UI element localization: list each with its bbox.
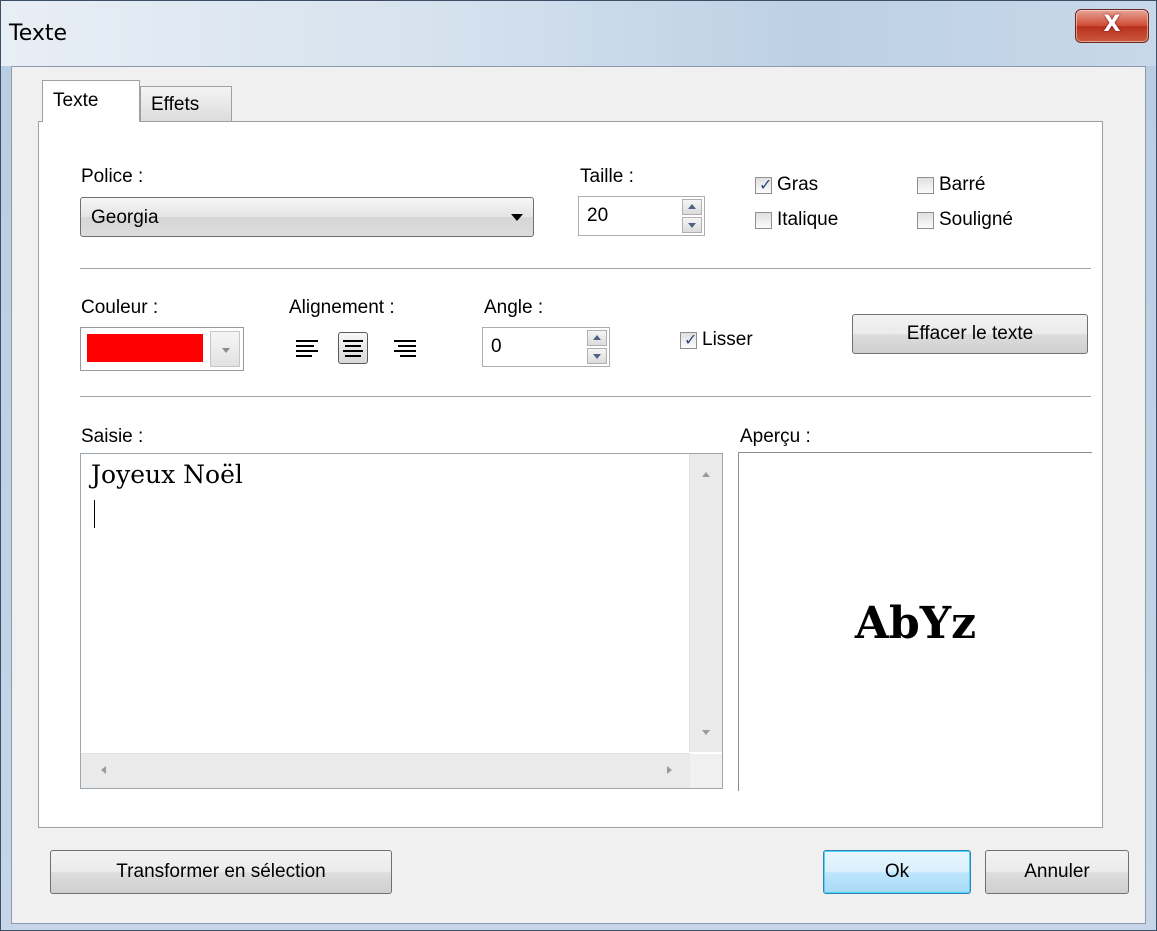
tab-effets[interactable]: Effets — [140, 86, 232, 122]
input-text: Joyeux Noël — [91, 460, 243, 489]
clear-text-button[interactable]: Effacer le texte — [852, 314, 1088, 354]
angle-decrement-button[interactable] — [587, 348, 607, 364]
close-button[interactable]: X — [1075, 9, 1149, 43]
window-title: Texte — [9, 21, 68, 46]
bold-label: Gras — [777, 174, 819, 195]
scroll-left-icon[interactable] — [101, 766, 106, 774]
scrollbar-corner — [690, 754, 722, 788]
transform-selection-button[interactable]: Transformer en sélection — [50, 850, 392, 894]
separator — [80, 396, 1091, 397]
smooth-label: Lisser — [702, 329, 753, 350]
align-left-button[interactable] — [292, 332, 322, 364]
color-picker[interactable] — [80, 327, 244, 371]
font-select[interactable]: Georgia — [80, 197, 534, 237]
text-caret — [94, 500, 95, 528]
size-decrement-button[interactable] — [682, 217, 702, 233]
size-label: Taille : — [580, 166, 634, 187]
checkbox-box: ✓ — [755, 175, 773, 194]
arrow-up-icon — [688, 204, 696, 209]
chevron-down-icon — [511, 214, 523, 221]
chevron-down-icon — [222, 348, 230, 353]
size-spinner[interactable]: 20 — [578, 196, 705, 236]
vertical-scrollbar[interactable] — [689, 454, 722, 752]
preview-pane: AbYz — [738, 452, 1092, 791]
align-right-button[interactable] — [390, 332, 420, 364]
tab-texte-label: Texte — [53, 90, 99, 111]
font-select-value: Georgia — [91, 207, 159, 228]
text-input-area[interactable]: Joyeux Noël — [80, 453, 723, 789]
preview-sample-text: AbYz — [854, 598, 977, 649]
align-center-button[interactable] — [338, 332, 368, 364]
close-icon: X — [1103, 12, 1121, 37]
cancel-button[interactable]: Annuler — [985, 850, 1129, 894]
angle-value: 0 — [491, 336, 502, 357]
scroll-right-icon[interactable] — [667, 766, 672, 774]
color-dropdown-button[interactable] — [210, 331, 240, 367]
size-increment-button[interactable] — [682, 199, 702, 215]
ok-button[interactable]: Ok — [823, 850, 971, 894]
font-label: Police : — [81, 166, 144, 187]
clear-text-label: Effacer le texte — [906, 323, 1034, 344]
scroll-up-icon[interactable] — [702, 472, 710, 477]
color-label: Couleur : — [81, 297, 159, 318]
scroll-down-icon[interactable] — [702, 730, 710, 735]
size-value: 20 — [587, 205, 609, 226]
checkbox-box — [917, 212, 934, 229]
arrow-up-icon — [593, 335, 601, 340]
italic-label: Italique — [777, 209, 839, 230]
strike-label: Barré — [939, 174, 986, 195]
checkbox-box: ✓ — [680, 330, 698, 349]
alignment-label: Alignement : — [289, 297, 395, 318]
horizontal-scrollbar[interactable] — [81, 753, 690, 788]
input-label: Saisie : — [81, 426, 144, 447]
ok-label: Ok — [884, 861, 910, 882]
checkbox-box — [755, 212, 772, 229]
separator — [80, 268, 1091, 269]
angle-spinner[interactable]: 0 — [482, 327, 610, 367]
tab-effets-label: Effets — [151, 94, 200, 115]
arrow-down-icon — [688, 223, 696, 228]
checkmark-icon: ✓ — [759, 175, 773, 194]
angle-increment-button[interactable] — [587, 330, 607, 346]
arrow-down-icon — [593, 354, 601, 359]
cancel-label: Annuler — [1024, 861, 1090, 882]
underline-label: Souligné — [939, 209, 1013, 230]
color-swatch — [87, 334, 203, 362]
title-bar[interactable]: Texte X — [1, 1, 1156, 66]
angle-label: Angle : — [484, 297, 544, 318]
preview-label: Aperçu : — [740, 426, 811, 447]
tab-texte[interactable]: Texte — [42, 80, 140, 122]
checkmark-icon: ✓ — [684, 330, 698, 349]
transform-selection-label: Transformer en sélection — [116, 861, 326, 882]
checkbox-box — [917, 177, 934, 194]
